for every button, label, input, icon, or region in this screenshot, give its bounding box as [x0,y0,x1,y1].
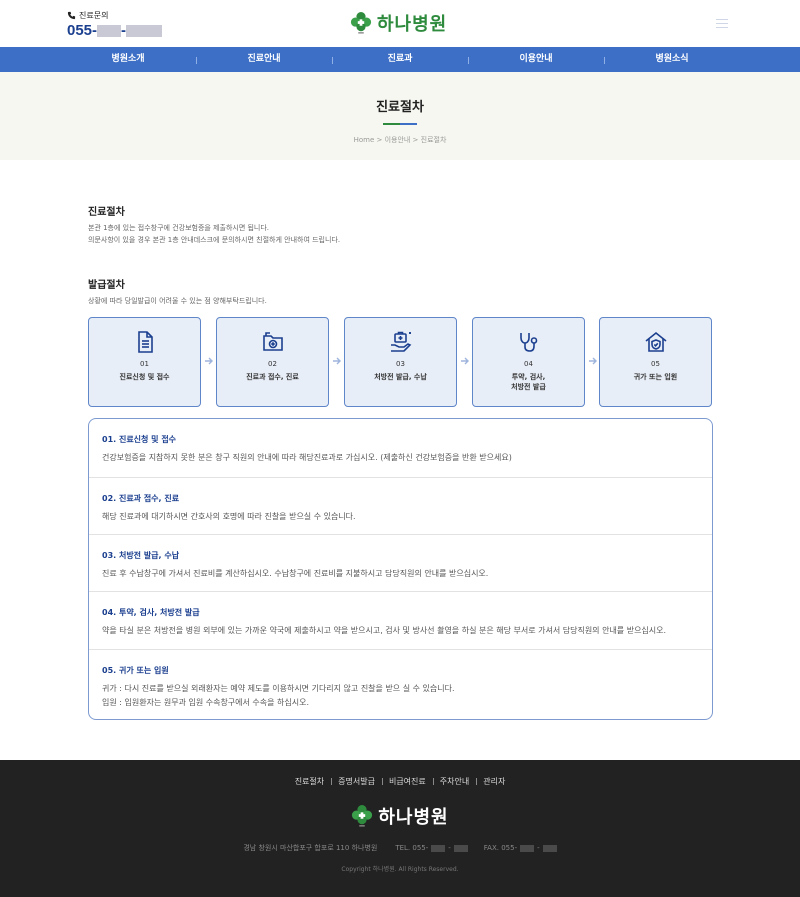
breadcrumb[interactable]: Home > 이용안내 > 진료절차 [0,135,800,145]
footer-links: 진료절차 증명서발급 비급여진료 주차안내 관리자 [0,776,800,787]
masked-digits [97,24,122,37]
nav-item-departments[interactable]: 진료과 [332,47,468,72]
footer-link-noncovered[interactable]: 비급여진료 [381,776,433,787]
footer-logo[interactable]: 하나병원 [0,803,800,829]
masked-digits [542,844,557,852]
masked-digits [431,844,446,852]
logo-text: 하나병원 [377,14,448,34]
nav-item-about[interactable]: 병원소개 [60,47,196,72]
phone-label: 진료문의 [79,11,109,20]
step-card: 03 처방전 발급, 수납 [344,317,457,407]
house-shield-icon [645,331,666,352]
footer-link-procedure[interactable]: 진료절차 [288,776,331,787]
document-icon [137,331,153,353]
footer-address: 경남 창원시 마산합포구 합포로 110 하나병원 TEL. 055- - FA… [0,843,800,853]
hamburger-menu-icon[interactable] [716,19,728,29]
masked-digits [520,844,535,852]
detail-item: 05. 귀가 또는 입원 귀가 : 다시 진료를 받으실 외래환자는 예약 제도… [89,649,712,719]
detail-item: 04. 투약, 검사, 처방전 발급 약을 타실 분은 처방전을 병원 외부에 … [89,591,712,649]
arrow-right-icon [333,357,341,365]
footer-link-certificate[interactable]: 증명서발급 [331,776,382,787]
phone-icon [67,11,76,20]
detail-item: 01. 진료신청 및 접수 건강보험증을 지참하지 못한 분은 창구 직원의 안… [102,435,512,462]
medical-folder-icon [262,332,283,351]
footer-link-admin[interactable]: 관리자 [476,776,512,787]
arrow-right-icon [589,357,597,365]
title-underline [383,123,417,125]
nav-item-usage[interactable]: 이용안내 [468,47,604,72]
footer-logo-text: 하나병원 [378,807,449,827]
procedure-detail-box: 01. 진료신청 및 접수 건강보험증을 지참하지 못한 분은 창구 직원의 안… [88,418,713,720]
main-nav: 병원소개 진료안내 진료과 이용안내 병원소식 [0,47,800,72]
nav-item-news[interactable]: 병원소식 [604,47,740,72]
arrow-right-icon [461,357,469,365]
copyright: Copyright 하나병원. All Rights Reserved. [341,866,459,873]
issue-text: 상황에 따라 당일발급이 어려울 수 있는 점 양해부탁드립니다. [88,297,267,305]
detail-item: 02. 진료과 접수, 진료 해당 진료과에 대기하시면 간호사의 호명에 따라… [89,477,712,534]
medical-kit-hand-icon [390,331,411,352]
arrow-right-icon [205,357,213,365]
issue-heading: 발급절차 [88,280,125,291]
procedure-heading: 진료절차 [88,207,125,218]
masked-digits [126,24,163,37]
step-card: 01 진료신청 및 접수 [88,317,201,407]
masked-digits [453,844,468,852]
procedure-text: 본관 1층에 있는 접수창구에 건강보험증을 제출하시면 됩니다. 의문사항이 … [88,224,341,244]
phone-contact[interactable]: 진료문의 055- - [67,10,163,39]
footer-link-parking[interactable]: 주차안내 [432,776,476,787]
stethoscope-icon [519,333,537,352]
page-hero: 진료절차 Home > 이용안내 > 진료절차 [0,72,800,160]
detail-item: 03. 처방전 발급, 수납 진료 후 수납창구에 가셔서 진료비를 계산하십시… [89,534,712,591]
phone-number: 055- - [67,22,163,39]
step-card: 05 귀가 또는 입원 [599,317,712,407]
clover-logo-icon [352,805,373,827]
page-title: 진료절차 [376,100,424,115]
clover-logo-icon [350,12,372,34]
step-card: 04 투약, 검사, 처방전 발급 [472,317,585,407]
site-logo[interactable]: 하나병원 [350,10,447,36]
site-footer: 진료절차 증명서발급 비급여진료 주차안내 관리자 하나병원 경남 창원시 마산… [0,760,800,897]
nav-item-guide[interactable]: 진료안내 [196,47,332,72]
process-steps: 01 진료신청 및 접수 02 진료과 접수, 진료 03 처방전 발급, 수납… [88,317,713,407]
step-card: 02 진료과 접수, 진료 [216,317,329,407]
site-header: 진료문의 055- - 하나병원 [0,0,800,47]
